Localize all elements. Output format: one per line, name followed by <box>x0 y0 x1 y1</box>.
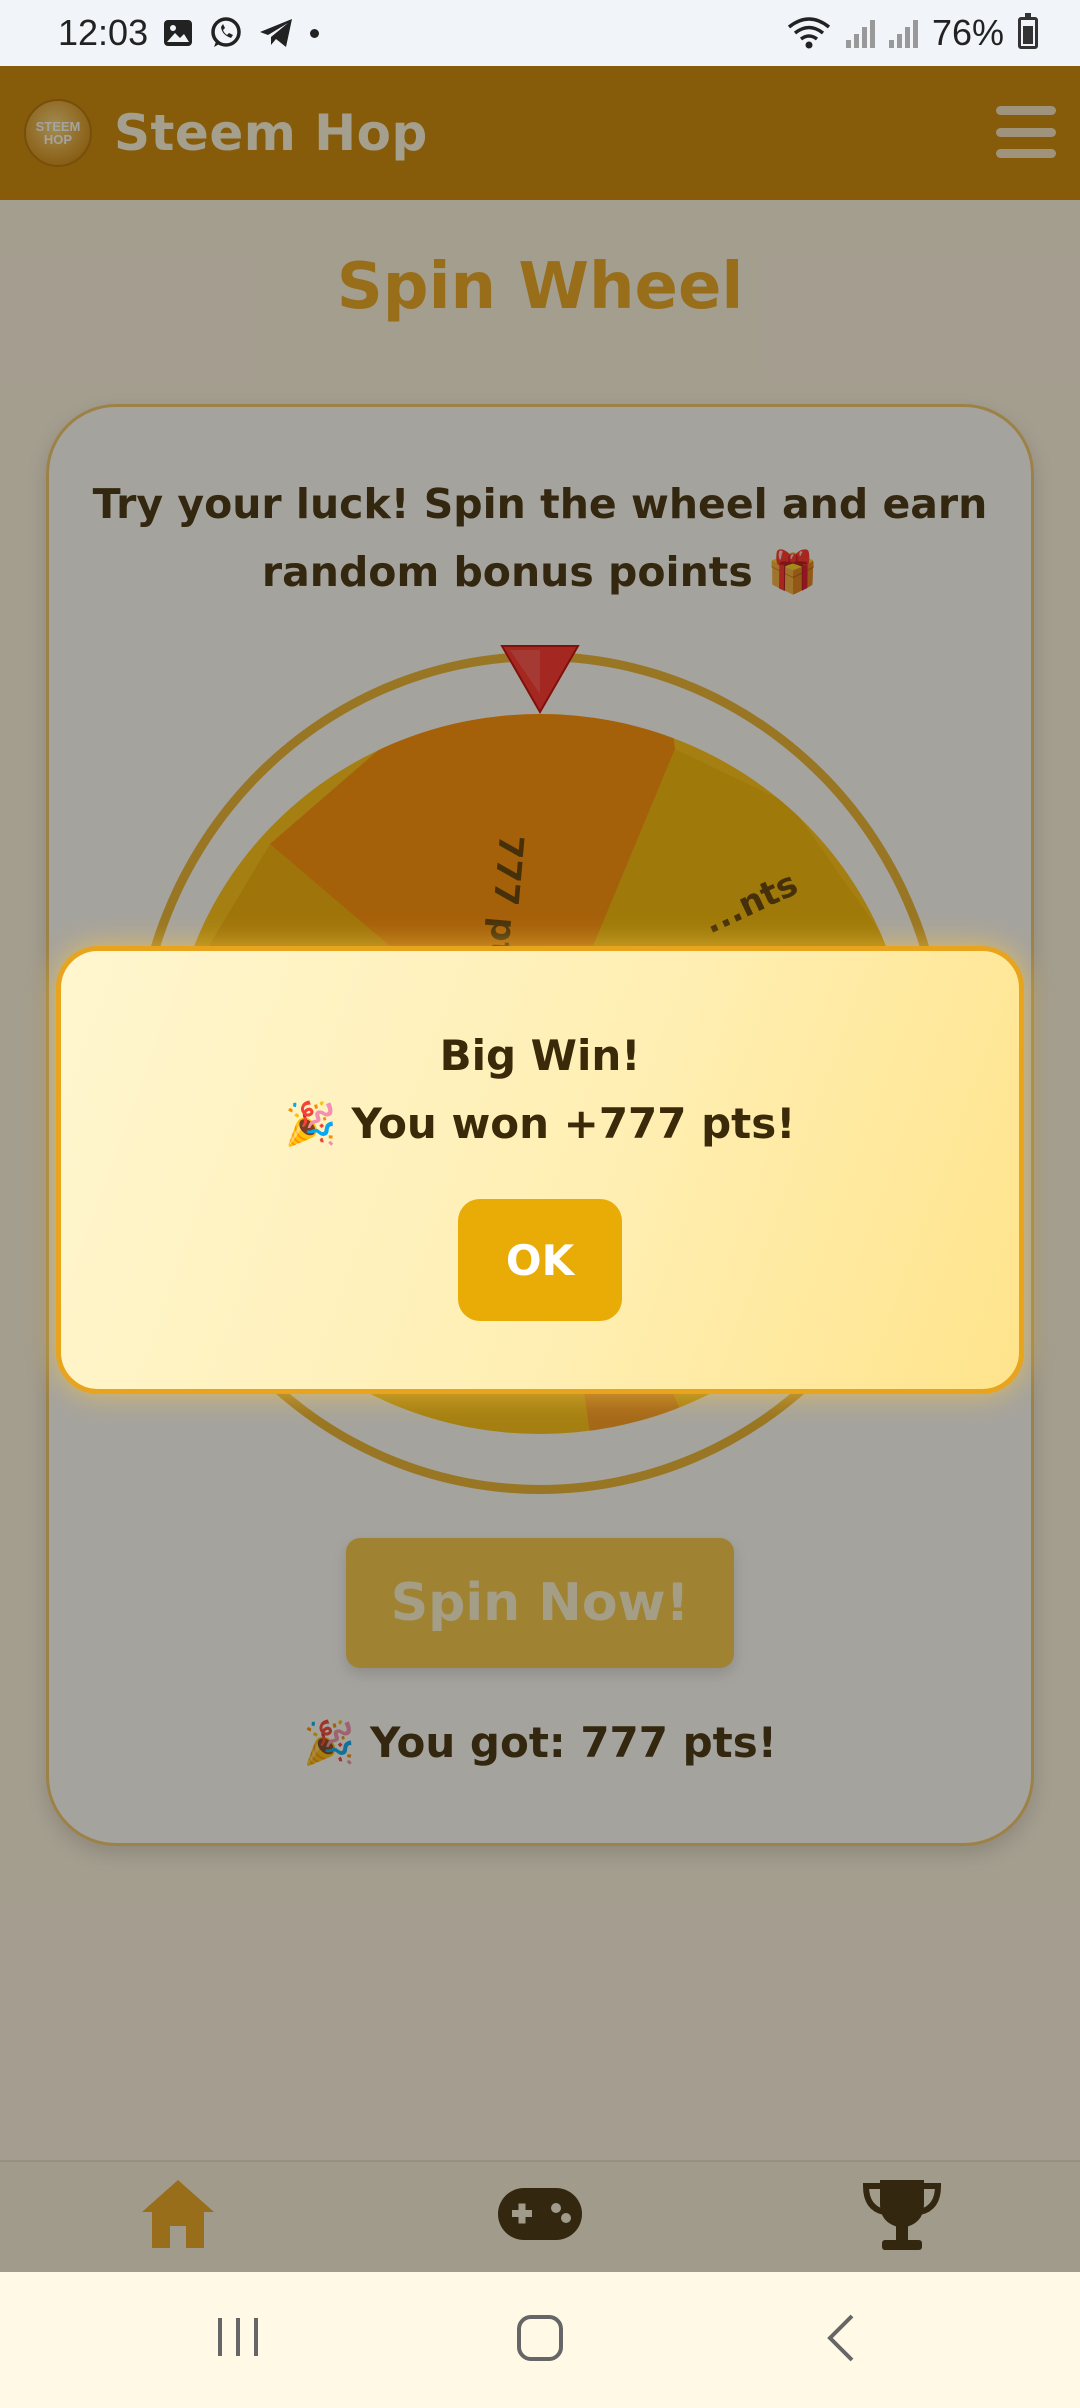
whatsapp-icon <box>211 17 241 47</box>
ok-button[interactable]: OK <box>458 1199 622 1321</box>
battery-percent: 76% <box>931 12 1004 53</box>
system-nav-bar <box>0 2272 1080 2408</box>
battery-icon <box>1018 13 1038 49</box>
wifi-icon <box>787 17 831 49</box>
status-bar: 12:03 76% <box>0 0 1080 66</box>
home-button-icon[interactable] <box>514 2312 566 2364</box>
telegram-icon <box>260 19 293 47</box>
signal-icon <box>888 18 918 48</box>
signal-icon <box>845 18 875 48</box>
recent-apps-icon[interactable] <box>214 2312 262 2362</box>
win-dialog: Big Win! 🎉 You won +777 pts! OK <box>56 946 1024 1394</box>
dialog-message: 🎉 You won +777 pts! <box>284 1099 796 1148</box>
gallery-icon <box>164 20 193 46</box>
dialog-title: Big Win! <box>439 1031 641 1080</box>
clock: 12:03 <box>58 12 149 53</box>
more-notifications-dot <box>310 28 320 38</box>
back-icon[interactable] <box>822 2312 862 2364</box>
